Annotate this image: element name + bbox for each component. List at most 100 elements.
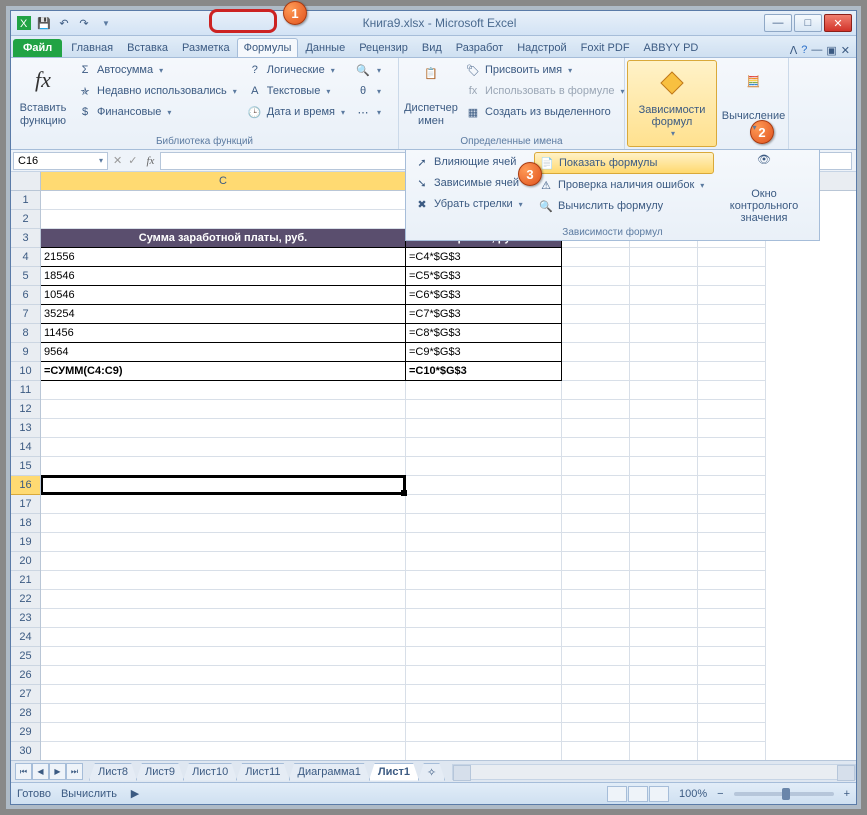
cell[interactable]: 9564 <box>41 343 406 362</box>
tab-home[interactable]: Главная <box>64 38 120 57</box>
tab-formulas[interactable]: Формулы <box>237 38 299 57</box>
error-check-button[interactable]: ⚠Проверка наличия ошибок▾ <box>534 175 714 195</box>
cell[interactable] <box>698 324 766 343</box>
cell[interactable] <box>698 514 766 533</box>
cell[interactable] <box>562 514 630 533</box>
cell[interactable] <box>630 533 698 552</box>
rowhead[interactable]: 11 <box>11 381 40 400</box>
sheet-tab[interactable]: Лист10 <box>183 763 237 781</box>
cell[interactable] <box>406 628 562 647</box>
cell[interactable] <box>698 552 766 571</box>
cell[interactable] <box>562 324 630 343</box>
tab-data[interactable]: Данные <box>298 38 352 57</box>
cell[interactable] <box>562 419 630 438</box>
cell[interactable] <box>698 704 766 723</box>
cell[interactable] <box>41 495 406 514</box>
minimize-ribbon-icon[interactable]: ᐱ <box>790 44 798 57</box>
cell[interactable] <box>698 457 766 476</box>
cell[interactable] <box>406 552 562 571</box>
cell[interactable] <box>41 514 406 533</box>
rowhead[interactable]: 24 <box>11 628 40 647</box>
tab-developer[interactable]: Разработ <box>449 38 510 57</box>
cell[interactable] <box>630 305 698 324</box>
cell[interactable] <box>406 457 562 476</box>
cell[interactable]: =C6*$G$3 <box>406 286 562 305</box>
cell[interactable] <box>630 267 698 286</box>
lookup-button[interactable]: 🔍▾ <box>351 60 385 80</box>
maximize-button[interactable]: □ <box>794 14 822 32</box>
fx-button-icon[interactable]: fx <box>146 155 154 167</box>
cell[interactable] <box>406 723 562 742</box>
cell[interactable] <box>41 457 406 476</box>
cell[interactable] <box>562 457 630 476</box>
enter-icon[interactable]: ✓ <box>125 154 140 167</box>
rowhead[interactable]: 14 <box>11 438 40 457</box>
cell[interactable] <box>698 476 766 495</box>
recent-button[interactable]: ✯Недавно использовались▾ <box>73 81 241 101</box>
cell[interactable] <box>562 267 630 286</box>
cell[interactable] <box>562 628 630 647</box>
cell[interactable] <box>562 400 630 419</box>
cell[interactable] <box>630 419 698 438</box>
rowhead[interactable]: 13 <box>11 419 40 438</box>
tab-layout[interactable]: Разметка <box>175 38 237 57</box>
cell[interactable] <box>41 533 406 552</box>
help-icon[interactable]: ? <box>801 44 807 57</box>
cell[interactable] <box>630 381 698 400</box>
cell[interactable]: =C8*$G$3 <box>406 324 562 343</box>
rowhead[interactable]: 15 <box>11 457 40 476</box>
cell[interactable]: =C9*$G$3 <box>406 343 562 362</box>
cell[interactable] <box>698 419 766 438</box>
cell[interactable] <box>562 609 630 628</box>
cell[interactable] <box>630 476 698 495</box>
sheet-tab[interactable]: Лист11 <box>236 763 289 781</box>
zoom-in-button[interactable]: + <box>844 788 850 800</box>
cell[interactable] <box>630 457 698 476</box>
rowhead[interactable]: 9 <box>11 343 40 362</box>
show-formulas-button[interactable]: 📄Показать формулы <box>534 152 714 174</box>
cell[interactable] <box>630 685 698 704</box>
define-name-button[interactable]: 🏷Присвоить имя▾ <box>461 60 629 80</box>
cell[interactable] <box>630 343 698 362</box>
cell[interactable]: 18546 <box>41 267 406 286</box>
cell[interactable] <box>698 286 766 305</box>
sheet-tab[interactable]: Лист8 <box>89 763 137 781</box>
cell[interactable] <box>630 400 698 419</box>
cell[interactable] <box>630 628 698 647</box>
sheet-nav-prev[interactable]: ◀ <box>32 763 49 780</box>
cell[interactable]: =C4*$G$3 <box>406 248 562 267</box>
undo-icon[interactable]: ↶ <box>55 14 73 32</box>
cell[interactable] <box>630 362 698 381</box>
cell[interactable] <box>562 286 630 305</box>
select-all-corner[interactable] <box>11 172 40 191</box>
cell[interactable] <box>406 495 562 514</box>
cell[interactable]: =C7*$G$3 <box>406 305 562 324</box>
cell[interactable] <box>406 742 562 760</box>
view-normal-button[interactable] <box>607 786 627 802</box>
cell[interactable] <box>41 552 406 571</box>
rowhead[interactable]: 18 <box>11 514 40 533</box>
cell[interactable] <box>698 362 766 381</box>
cell[interactable] <box>41 628 406 647</box>
rowhead[interactable]: 7 <box>11 305 40 324</box>
rowhead[interactable]: 25 <box>11 647 40 666</box>
zoom-slider[interactable] <box>734 792 834 796</box>
zoom-out-button[interactable]: − <box>717 788 723 800</box>
trace-dependents-button[interactable]: ➘Зависимые ячей <box>410 173 534 193</box>
rowhead[interactable]: 8 <box>11 324 40 343</box>
formula-auditing-split[interactable]: Зависимости формул▾ <box>627 60 717 147</box>
cell[interactable] <box>698 495 766 514</box>
cell[interactable] <box>562 305 630 324</box>
cell[interactable] <box>41 400 406 419</box>
calculation-button[interactable]: 🧮 Вычисление▾ <box>726 60 782 149</box>
cell[interactable] <box>41 571 406 590</box>
cell[interactable] <box>630 647 698 666</box>
cell[interactable] <box>630 495 698 514</box>
insert-function-button[interactable]: fx Вставить функцию <box>15 60 71 135</box>
cell[interactable] <box>630 514 698 533</box>
datetime-button[interactable]: 🕒Дата и время▾ <box>243 102 349 122</box>
tab-file[interactable]: Файл <box>13 39 62 57</box>
rowhead[interactable]: 28 <box>11 704 40 723</box>
cell[interactable]: =C5*$G$3 <box>406 267 562 286</box>
create-from-sel-button[interactable]: ▦Создать из выделенного <box>461 102 629 122</box>
